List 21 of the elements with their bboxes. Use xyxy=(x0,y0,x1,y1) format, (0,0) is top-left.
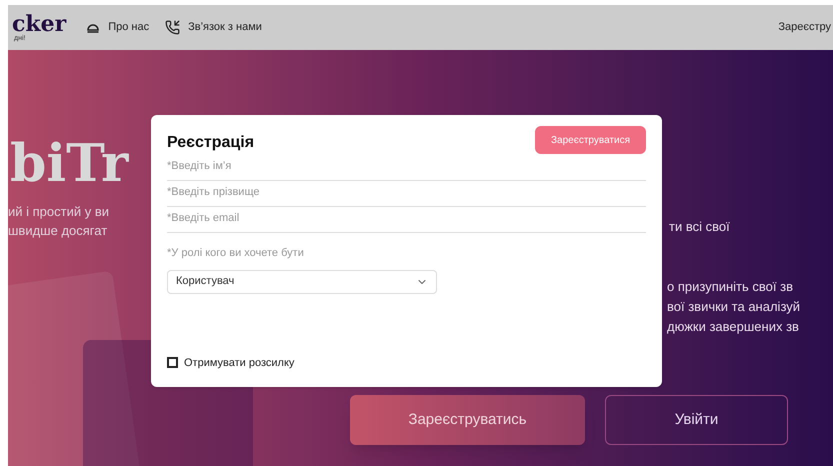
hero-text-line: ти всі свої xyxy=(669,218,731,236)
input-field[interactable]: *Введіть ім’я xyxy=(167,151,646,181)
hero-text-line: швидше досягат xyxy=(8,222,108,240)
login-button[interactable]: Увійти xyxy=(605,395,788,445)
hero-heading: biTr xyxy=(10,138,130,190)
role-label: *У ролі кого ви хочете бути xyxy=(167,246,305,261)
phone-icon xyxy=(165,20,180,35)
input-field[interactable]: *Введіть email xyxy=(167,203,646,233)
modal-title: Реєстрація xyxy=(167,133,254,153)
register-button[interactable]: Зареєструватись xyxy=(350,395,585,445)
hero-text-line: о призупиніть свої зв xyxy=(667,278,794,296)
input-field[interactable]: *Введіть прізвище xyxy=(167,177,646,207)
register-link[interactable]: Зареєстру xyxy=(778,19,831,36)
logo[interactable]: cker xyxy=(12,13,66,35)
nav-link[interactable]: Про нас xyxy=(86,19,150,36)
nav-link[interactable]: Зв’язок з нами xyxy=(165,19,262,36)
newsletter-checkbox[interactable]: Отримувати розсилку xyxy=(167,354,646,371)
role-select[interactable]: Користувач xyxy=(167,270,437,294)
hero-text-line: вої звички та аналізуй xyxy=(667,298,802,316)
hero-text-line: дюжки завершених зв xyxy=(667,318,800,336)
hero-text-line: ий і простий у ви xyxy=(8,203,110,221)
